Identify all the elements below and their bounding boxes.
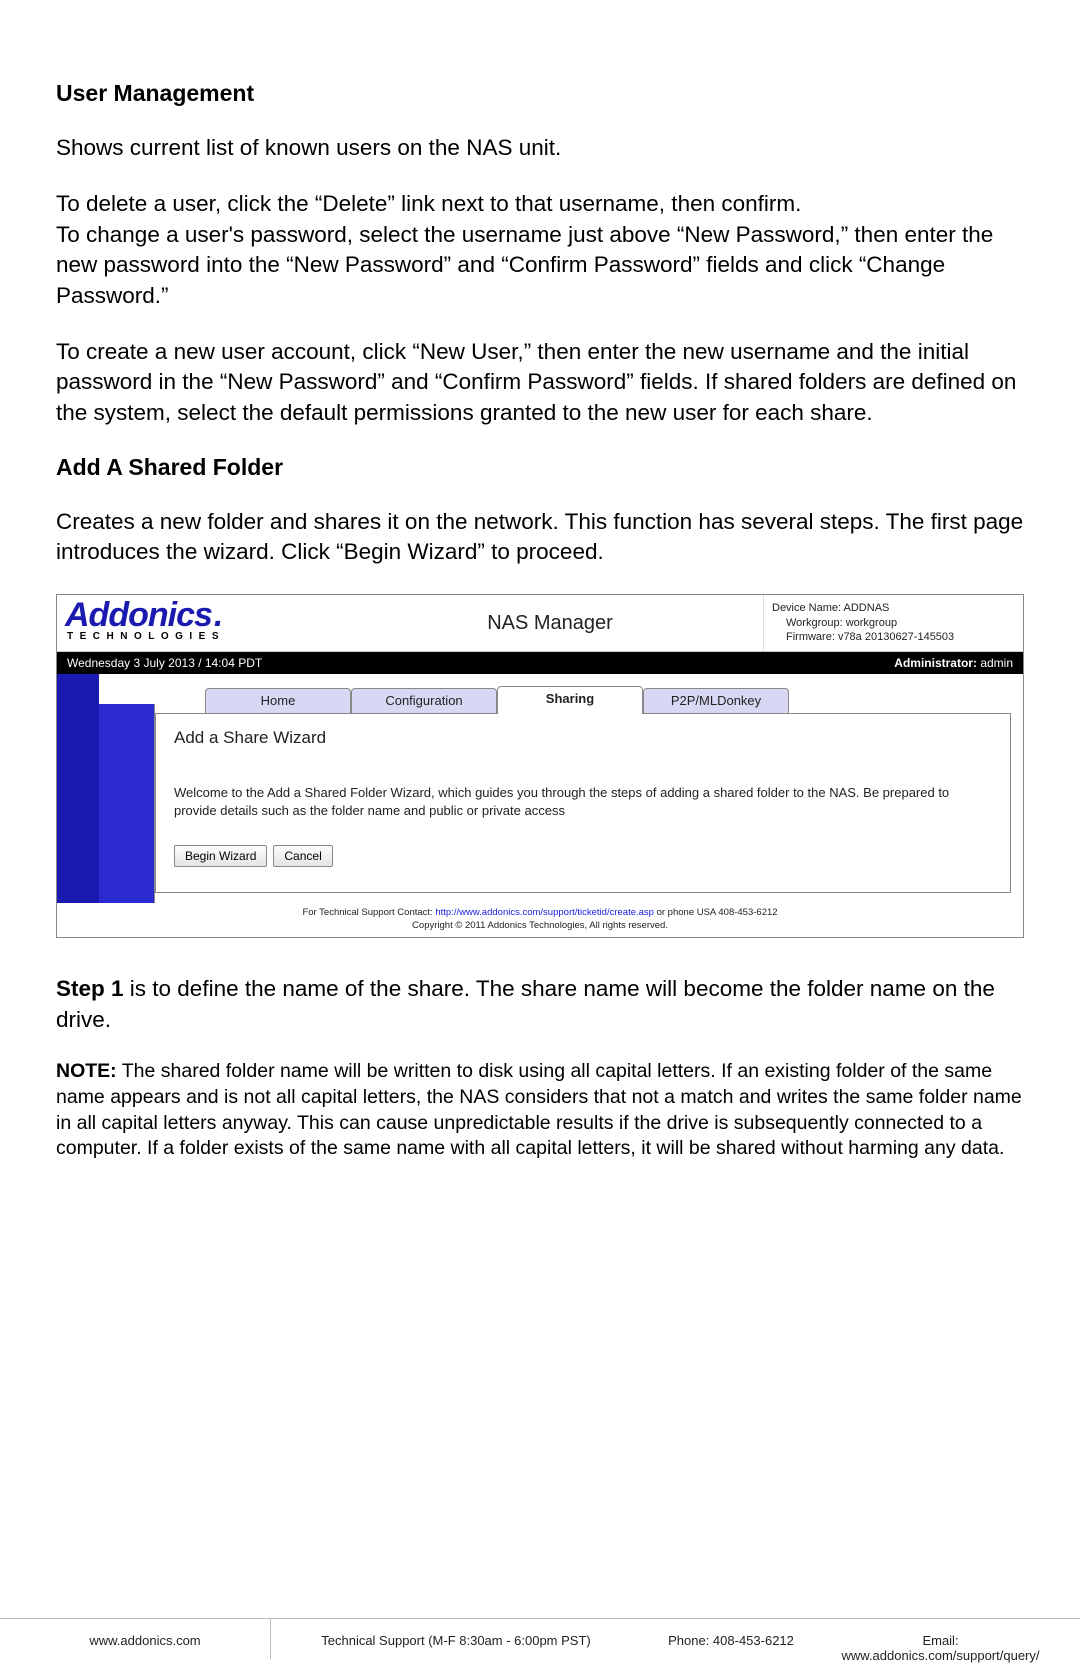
heading-user-management: User Management bbox=[56, 80, 1024, 107]
logo-text: Addonics bbox=[65, 599, 212, 631]
logo: Addonics. TECHNOLOGIES bbox=[57, 595, 337, 652]
tab-p2p-mldonkey[interactable]: P2P/MLDonkey bbox=[643, 688, 789, 714]
tab-home[interactable]: Home bbox=[205, 688, 351, 714]
footer-phone: Phone: 408-453-6212 bbox=[641, 1633, 821, 1663]
app-header: Addonics. TECHNOLOGIES NAS Manager Devic… bbox=[57, 595, 1023, 653]
footer-email: Email: www.addonics.com/support/query/ bbox=[821, 1633, 1060, 1663]
workgroup: Workgroup: workgroup bbox=[772, 616, 1015, 631]
page-footer: www.addonics.com Technical Support (M-F … bbox=[0, 1618, 1080, 1663]
support-link[interactable]: http://www.addonics.com/support/ticketid… bbox=[435, 907, 654, 918]
cancel-button[interactable]: Cancel bbox=[273, 845, 332, 867]
footer-support-hours: Technical Support (M-F 8:30am - 6:00pm P… bbox=[271, 1633, 641, 1663]
wizard-title: Add a Share Wizard bbox=[174, 728, 992, 748]
embed-copyright: Copyright © 2011 Addonics Technologies, … bbox=[57, 920, 1023, 937]
para-new-user: To create a new user account, click “New… bbox=[56, 337, 1024, 428]
status-bar: Wednesday 3 July 2013 / 14:04 PDT Admini… bbox=[57, 652, 1023, 674]
admin-indicator: Administrator: admin bbox=[894, 656, 1013, 670]
para-step1: Step 1 is to define the name of the shar… bbox=[56, 974, 1024, 1035]
wizard-panel: Add a Share Wizard Welcome to the Add a … bbox=[155, 713, 1011, 893]
device-name: Device Name: ADDNAS bbox=[772, 601, 1015, 616]
app-title: NAS Manager bbox=[337, 595, 763, 652]
sidebar-outer bbox=[57, 674, 99, 903]
logo-dot-icon: . bbox=[214, 599, 222, 631]
datetime: Wednesday 3 July 2013 / 14:04 PDT bbox=[67, 656, 262, 670]
firmware: Firmware: v78a 20130627-145503 bbox=[772, 630, 1015, 645]
para-note: NOTE: The shared folder name will be wri… bbox=[56, 1059, 1024, 1162]
footer-website: www.addonics.com bbox=[20, 1633, 270, 1663]
tab-configuration[interactable]: Configuration bbox=[351, 688, 497, 714]
para-intro: Shows current list of known users on the… bbox=[56, 133, 1024, 163]
wizard-description: Welcome to the Add a Shared Folder Wizar… bbox=[174, 784, 992, 819]
embed-support-footer: For Technical Support Contact: http://ww… bbox=[57, 903, 1023, 920]
heading-add-shared-folder: Add A Shared Folder bbox=[56, 454, 1024, 481]
logo-subtext: TECHNOLOGIES bbox=[65, 631, 329, 642]
nas-manager-screenshot: Addonics. TECHNOLOGIES NAS Manager Devic… bbox=[56, 594, 1024, 939]
tab-sharing[interactable]: Sharing bbox=[497, 686, 643, 714]
tab-bar: Home Configuration Sharing P2P/MLDonkey bbox=[155, 674, 1023, 714]
sidebar-inner bbox=[99, 704, 155, 903]
device-info: Device Name: ADDNAS Workgroup: workgroup… bbox=[763, 595, 1023, 652]
para-delete-change: To delete a user, click the “Delete” lin… bbox=[56, 189, 1024, 311]
begin-wizard-button[interactable]: Begin Wizard bbox=[174, 845, 267, 867]
para-add-share-intro: Creates a new folder and shares it on th… bbox=[56, 507, 1024, 568]
